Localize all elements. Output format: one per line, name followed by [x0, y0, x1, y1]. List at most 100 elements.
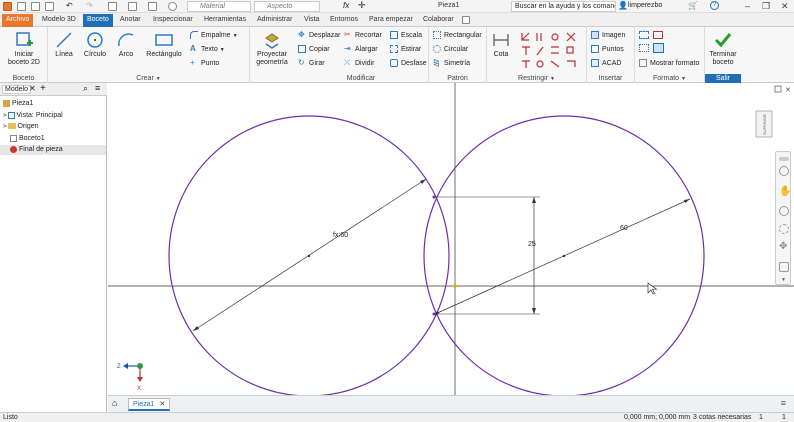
project-geometry-button[interactable]: Proyectar geometría — [252, 30, 292, 67]
navbar-menu-icon[interactable]: ▼ — [781, 277, 786, 283]
origin-point[interactable] — [453, 284, 457, 288]
close-icon[interactable]: ✕ — [781, 1, 789, 11]
redo-icon[interactable]: ↷ — [86, 1, 93, 10]
points-button[interactable]: Puntos — [591, 45, 624, 54]
rectangle-button[interactable]: Rectángulo — [144, 30, 184, 59]
tree-item-part[interactable]: Pieza1 — [3, 99, 33, 109]
browser-menu-icon[interactable]: ≡ — [95, 83, 100, 93]
restore-icon[interactable]: ❐ — [762, 1, 770, 11]
intersection-point-top[interactable] — [432, 195, 436, 199]
tab-herramientas[interactable]: Herramientas — [200, 14, 250, 27]
circular-pattern-button[interactable]: Circular — [433, 45, 468, 54]
steering-wheel-icon[interactable] — [779, 166, 789, 176]
line-button[interactable]: Línea — [51, 30, 77, 59]
arc-button[interactable]: Arco — [114, 30, 138, 59]
viewport-restore-icon[interactable] — [774, 85, 782, 93]
tab-anotar[interactable]: Anotar — [116, 14, 145, 27]
tree-item-view[interactable]: > Vista: Principal — [3, 111, 63, 121]
tab-administrar[interactable]: Administrar — [253, 14, 296, 27]
fx-icon[interactable]: fx — [343, 1, 349, 10]
dimension-text-vertical[interactable]: 25 — [528, 241, 536, 248]
look-at-icon[interactable]: ✥ — [779, 242, 789, 252]
tab-options-icon[interactable] — [462, 16, 470, 24]
sketch-canvas[interactable]: fx:60 60 25 X Z SUPERIOR ✕ — [108, 83, 794, 397]
search-input[interactable]: Buscar en la ayuda y los comandos — [511, 1, 616, 12]
graphics-window[interactable]: fx:60 60 25 X Z SUPERIOR ✕ — [108, 83, 794, 397]
dimension-text-right[interactable]: 60 — [620, 225, 628, 232]
text-button[interactable]: A Texto ▼ — [190, 45, 225, 55]
help-icon[interactable]: ? — [710, 1, 719, 10]
view-face-icon[interactable] — [779, 262, 789, 272]
tree-item-origin[interactable]: > Origen — [3, 122, 39, 132]
browser-close-icon[interactable]: ✕ — [29, 84, 36, 93]
color-icon[interactable] — [168, 2, 177, 11]
tab-colaborar[interactable]: Colaborar — [419, 14, 458, 27]
browser-tab-model[interactable]: Modelo — [2, 85, 31, 94]
construction-icon[interactable] — [639, 31, 649, 39]
view-cube-label[interactable]: SUPERIOR — [762, 114, 767, 135]
rectangular-pattern-button[interactable]: Rectangular — [433, 31, 482, 40]
tab-modelo-3d[interactable]: Modelo 3D — [38, 14, 80, 27]
minimize-icon[interactable]: – — [745, 1, 750, 11]
copy-button[interactable]: Copiar — [298, 45, 330, 54]
center-point-icon[interactable] — [639, 44, 649, 52]
tree-item-end-of-part[interactable]: Final de pieza — [0, 145, 106, 155]
centerline-icon[interactable] — [653, 31, 663, 39]
browser-add-icon[interactable]: + — [40, 83, 46, 94]
offset-button[interactable]: Desfase — [390, 59, 427, 68]
mirror-button[interactable]: ⧎ Simetría — [433, 59, 470, 68]
user-icon[interactable]: 👤 — [618, 1, 628, 10]
split-button[interactable]: ⤫ Dividir — [344, 59, 374, 68]
driven-dimension-icon[interactable] — [653, 43, 664, 53]
trim-button[interactable]: ✂ Recortar — [344, 31, 382, 40]
tab-archivo[interactable]: Archivo — [2, 14, 34, 27]
tab-boceto[interactable]: Boceto — [83, 14, 113, 27]
plus-icon[interactable]: ✛ — [358, 0, 366, 11]
start-sketch-button[interactable]: Iniciar boceto 2D — [4, 30, 44, 67]
show-format-button[interactable]: Mostrar formato — [639, 59, 699, 68]
navbar-grip-icon[interactable] — [779, 157, 789, 161]
rotate-button[interactable]: ↻ Girar — [298, 59, 325, 68]
tab-inspeccionar[interactable]: Inspeccionar — [149, 14, 197, 27]
document-list-icon[interactable]: ≡ — [781, 398, 786, 408]
viewport-close-icon[interactable]: ✕ — [785, 87, 791, 94]
acad-button[interactable]: ACAD — [591, 59, 621, 68]
dimension-button[interactable]: Cota — [489, 30, 513, 59]
extend-button[interactable]: ⇥ Alargar — [344, 45, 378, 54]
dimension-text-left[interactable]: fx:60 — [333, 232, 348, 239]
orbit-icon[interactable] — [779, 224, 789, 234]
home-icon[interactable] — [108, 2, 117, 11]
browser-search-icon[interactable]: ⌕ — [83, 83, 88, 94]
document-tab[interactable]: Pieza1 ✕ — [128, 398, 171, 411]
group-crear: Línea Círculo Arco Rectángulo Empalme ▼ A… — [48, 27, 250, 83]
pan-icon[interactable]: ✋ — [779, 187, 791, 197]
constraint-icons[interactable] — [519, 30, 583, 70]
image-button[interactable]: Imagen — [591, 31, 625, 40]
save-icon[interactable] — [45, 2, 54, 11]
tab-para-empezar[interactable]: Para empezar — [365, 14, 417, 27]
point-button[interactable]: + Punto — [190, 59, 219, 68]
stretch-button[interactable]: Estirar — [390, 45, 421, 54]
open-icon[interactable] — [31, 2, 40, 11]
select-icon[interactable] — [148, 2, 157, 11]
update-icon[interactable] — [128, 2, 137, 11]
new-icon[interactable] — [17, 2, 26, 11]
intersection-point-bottom[interactable] — [432, 312, 436, 316]
scale-button[interactable]: Escala — [390, 31, 422, 40]
move-button[interactable]: ✥ Desplazar — [298, 31, 341, 40]
tab-entornos[interactable]: Entornos — [326, 14, 362, 27]
document-tab-close-icon[interactable]: ✕ — [159, 401, 165, 408]
user-name[interactable]: limperezbo — [628, 2, 662, 9]
fillet-button[interactable]: Empalme ▼ — [190, 31, 238, 41]
home-tab-icon[interactable]: ⌂ — [112, 398, 117, 408]
tab-vista[interactable]: Vista — [300, 14, 323, 27]
appearance-select[interactable]: Aspecto — [254, 1, 320, 12]
material-select[interactable]: Material — [187, 1, 251, 12]
undo-icon[interactable]: ↶ — [66, 1, 73, 10]
zoom-icon[interactable] — [779, 206, 789, 216]
app-menu-icon[interactable] — [3, 2, 12, 11]
finish-sketch-button[interactable]: Terminar boceto — [705, 30, 741, 67]
cart-icon[interactable]: 🛒 — [688, 1, 698, 10]
tree-item-sketch[interactable]: Boceto1 — [10, 134, 45, 144]
circle-button[interactable]: Círculo — [81, 30, 109, 59]
